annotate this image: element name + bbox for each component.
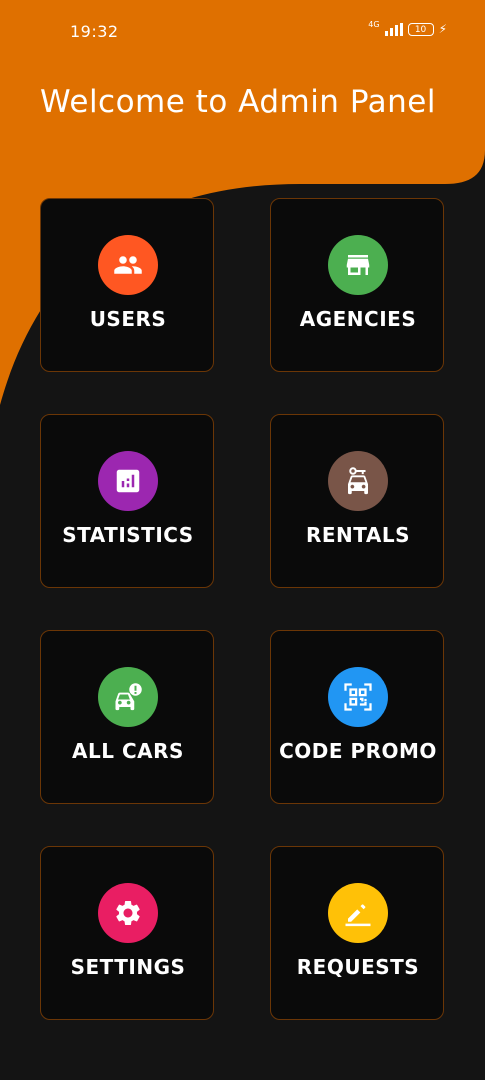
code-promo-card[interactable]: CODE PROMO bbox=[270, 630, 444, 804]
statistics-card[interactable]: STATISTICS bbox=[40, 414, 214, 588]
requests-card[interactable]: REQUESTS bbox=[270, 846, 444, 1020]
statistics-label: STATISTICS bbox=[62, 523, 194, 547]
battery-icon: 10 bbox=[407, 22, 434, 36]
agencies-icon-circle bbox=[328, 235, 388, 295]
code-promo-icon-circle bbox=[328, 667, 388, 727]
qr-scan-icon bbox=[344, 683, 372, 711]
signal-icon bbox=[384, 22, 403, 36]
network-type: 4G bbox=[368, 20, 380, 29]
users-card[interactable]: USERS bbox=[40, 198, 214, 372]
charging-icon: ⚡ bbox=[438, 22, 447, 36]
all-cars-icon-circle bbox=[98, 667, 158, 727]
agencies-label: AGENCIES bbox=[299, 307, 417, 331]
code-promo-label: CODE PROMO bbox=[279, 739, 437, 763]
pencil-icon bbox=[345, 904, 371, 927]
store-icon bbox=[346, 255, 370, 275]
users-icon-circle bbox=[98, 235, 158, 295]
status-bar: 19:32 4G 10 ⚡ bbox=[0, 0, 485, 64]
status-time: 19:32 bbox=[70, 22, 119, 41]
statistics-icon-circle bbox=[98, 451, 158, 511]
chart-icon bbox=[116, 469, 140, 493]
settings-label: SETTINGS bbox=[70, 955, 186, 979]
rentals-card[interactable]: RENTALS bbox=[270, 414, 444, 588]
status-icons: 4G 10 ⚡ bbox=[368, 20, 447, 37]
rentals-icon-circle bbox=[328, 451, 388, 511]
requests-label: REQUESTS bbox=[296, 955, 420, 979]
gear-icon bbox=[116, 901, 140, 925]
all-cars-label: ALL CARS bbox=[72, 739, 184, 763]
rentals-label: RENTALS bbox=[305, 523, 411, 547]
requests-icon-circle bbox=[328, 883, 388, 943]
all-cars-card[interactable]: ALL CARS bbox=[40, 630, 214, 804]
users-label: USERS bbox=[89, 307, 167, 331]
car-alert-icon bbox=[115, 683, 142, 711]
settings-icon-circle bbox=[98, 883, 158, 943]
agencies-card[interactable]: AGENCIES bbox=[270, 198, 444, 372]
page-title: Welcome to Admin Panel bbox=[40, 84, 436, 120]
car-key-icon bbox=[348, 467, 368, 495]
settings-card[interactable]: SETTINGS bbox=[40, 846, 214, 1020]
users-icon bbox=[114, 256, 142, 274]
